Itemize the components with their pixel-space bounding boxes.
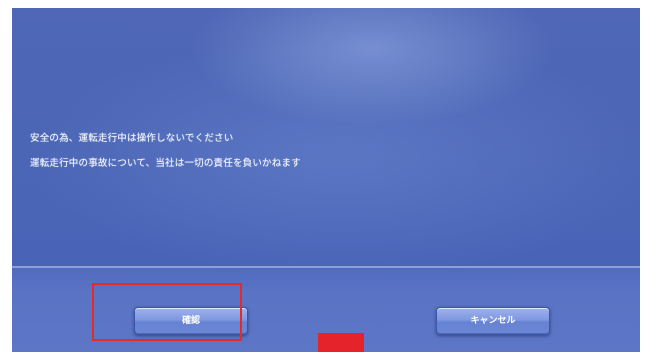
screenshot-frame: 安全の為、運転走行中は操作しないでください 運転走行中の事故について、当社は一切…	[0, 0, 645, 352]
warning-message: 安全の為、運転走行中は操作しないでください 運転走行中の事故について、当社は一切…	[30, 126, 301, 176]
confirm-button[interactable]: 確認	[134, 307, 248, 335]
warning-dialog-screen: 安全の為、運転走行中は操作しないでください 運転走行中の事故について、当社は一切…	[12, 8, 640, 352]
warning-message-line-1: 安全の為、運転走行中は操作しないでください	[30, 133, 234, 144]
red-marker	[318, 333, 364, 352]
cancel-button[interactable]: キャンセル	[436, 307, 550, 335]
warning-message-line-2: 運転走行中の事故について、当社は一切の責任を負いかねます	[30, 158, 301, 169]
